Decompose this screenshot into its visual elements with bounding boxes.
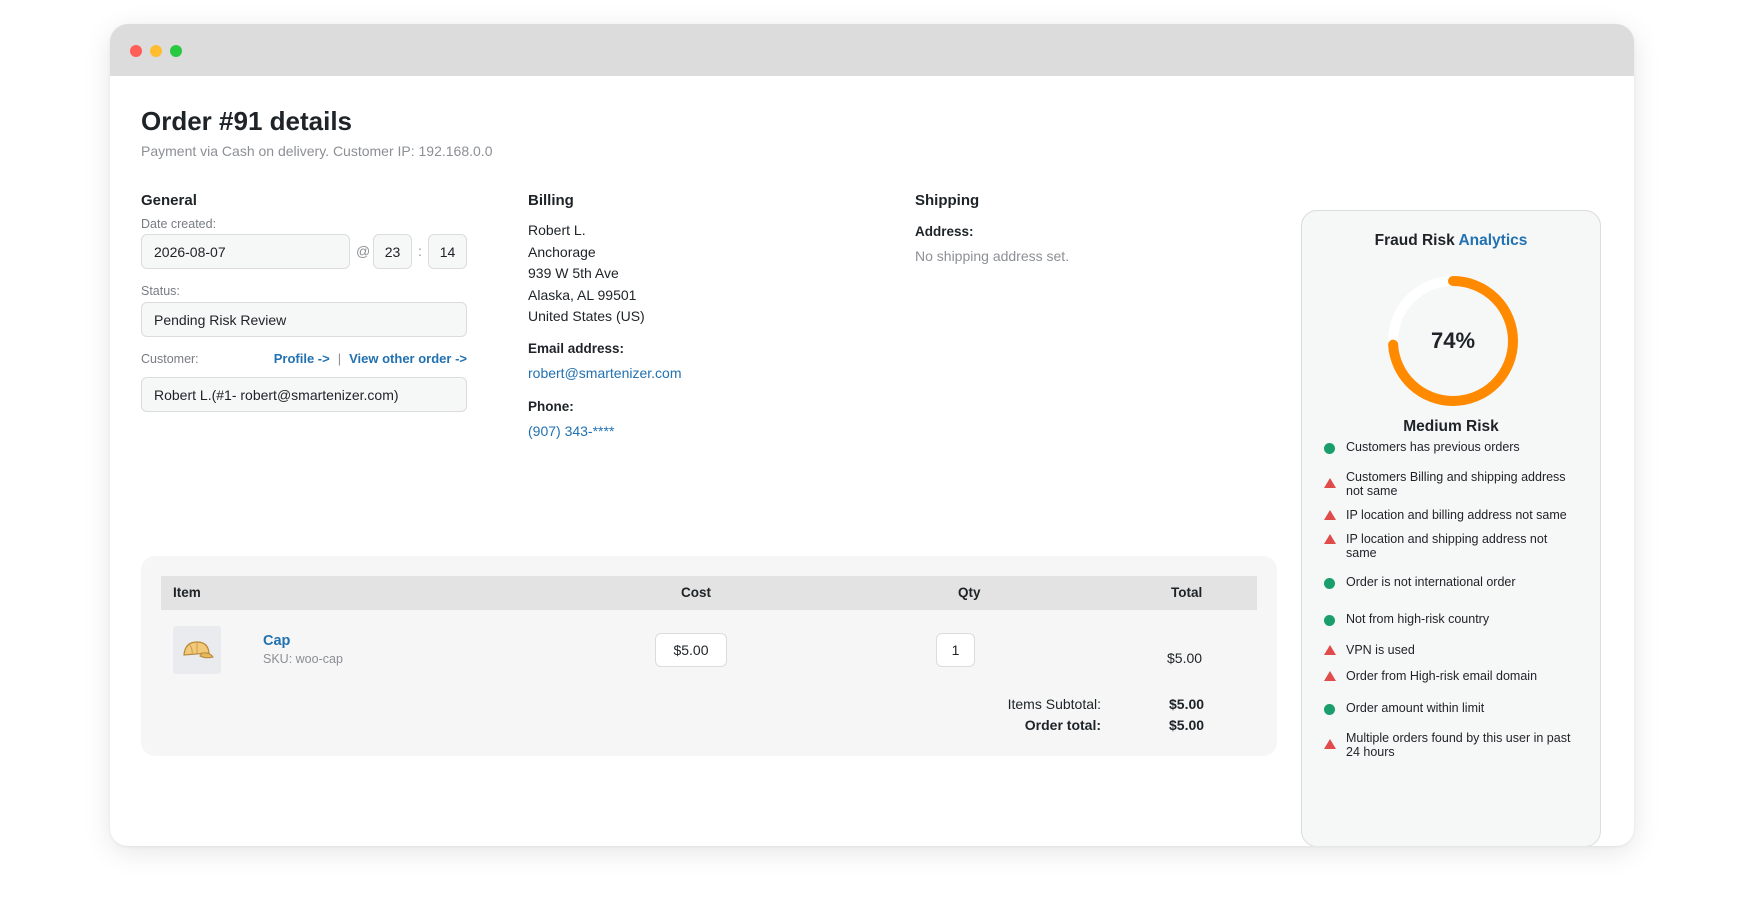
warning-triangle-icon [1324,645,1336,655]
risk-check-text: IP location and shipping address not sam… [1346,532,1548,560]
billing-email-link[interactable]: robert@smartenizer.com [528,365,681,381]
close-window-button[interactable] [130,45,142,57]
date-created-label: Date created: [141,217,217,231]
billing-phone-link[interactable]: (907) 343-**** [528,423,614,439]
view-other-orders-link[interactable]: View other order -> [349,351,467,366]
status-label: Status: [141,284,180,298]
item-name-link[interactable]: Cap [263,633,290,649]
column-item: Item [173,585,201,600]
billing-address-line: Anchorage [528,243,596,260]
date-created-input[interactable]: 2026-08-07 [141,234,350,269]
billing-address-line: Robert L. [528,222,586,238]
window-titlebar [110,24,1634,76]
billing-address-line: 939 W 5th Ave [528,265,619,281]
warning-triangle-icon [1324,534,1336,544]
risk-check-text: Order from High-risk email domain [1346,669,1538,683]
risk-check-text: Customers Billing and shipping address n… [1346,470,1566,498]
general-heading: General [141,192,197,209]
page-title: Order #91 details [141,106,352,136]
warning-triangle-icon [1324,478,1336,488]
risk-check-text: Not from high-risk country [1346,612,1490,626]
risk-check-text: Multiple orders found by this user in pa… [1346,731,1571,759]
customer-links: Profile -> | View other order -> [228,351,467,366]
order-total-value: $5.00 [1169,717,1205,733]
cap-icon [173,626,221,674]
customer-label: Customer: [141,352,199,366]
page-subtitle: Payment via Cash on delivery. Customer I… [141,143,493,159]
billing-heading: Billing [528,192,574,209]
fraud-risk-title-main: Fraud Risk [1374,232,1455,249]
hour-input[interactable]: 23 [373,234,412,269]
order-total-label: Order total: [1024,717,1101,733]
fraud-risk-title-accent: Analytics [1458,232,1528,249]
at-separator: @ [356,243,371,259]
billing-address: Robert L. Anchorage 939 W 5th Ave Alaska… [528,220,645,328]
risk-level: Medium Risk [1403,418,1499,435]
risk-check-text: VPN is used [1346,643,1415,657]
warning-triangle-icon [1324,671,1336,681]
column-cost: Cost [681,585,711,600]
item-cost-input[interactable]: $5.00 [655,633,727,667]
column-total: Total [1171,585,1203,600]
profile-link[interactable]: Profile -> [274,351,330,366]
minimize-window-button[interactable] [150,45,162,57]
warning-triangle-icon [1324,510,1336,520]
items-subtotal-label: Items Subtotal: [1007,696,1101,712]
risk-score: 74% [1430,328,1476,353]
pass-dot-icon [1324,615,1335,626]
link-separator: | [337,351,342,366]
item-qty-input[interactable]: 1 [936,633,975,667]
risk-check-text: Order amount within limit [1346,701,1485,715]
risk-check-text: Customers has previous orders [1346,440,1520,454]
maximize-window-button[interactable] [170,45,182,57]
pass-dot-icon [1324,578,1335,589]
customer-select[interactable]: Robert L.(#1- robert@smartenizer.com) [141,377,467,412]
shipping-heading: Shipping [915,192,980,209]
warning-triangle-icon [1324,739,1336,749]
order-items-panel: Item Cost Qty Total Cap SKU: woo-cap $5.… [141,556,1277,756]
browser-window: Order #91 details Payment via Cash on de… [110,24,1634,846]
time-separator: : [418,243,422,259]
billing-address-line: United States (US) [528,308,645,324]
minute-input[interactable]: 14 [428,234,467,269]
item-line-total: $5.00 [1167,650,1203,666]
fraud-risk-title: Fraud Risk Analytics [1302,232,1600,250]
status-select[interactable]: Pending Risk Review [141,302,467,337]
column-qty: Qty [958,585,981,600]
pass-dot-icon [1324,704,1335,715]
email-label: Email address: [528,341,625,356]
billing-address-line: Alaska, AL 99501 [528,286,637,303]
risk-check-text: Order is not international order [1346,575,1516,589]
shipping-address-label: Address: [915,224,974,239]
shipping-address-value: No shipping address set. [915,248,1070,264]
fraud-risk-panel: Fraud Risk Analytics 74% Medium Risk Cus… [1301,210,1601,846]
risk-check-text: IP location and billing address not same [1346,508,1567,522]
items-table-header: Item Cost Qty Total [161,576,1257,610]
pass-dot-icon [1324,443,1335,454]
phone-label: Phone: [528,399,574,414]
items-subtotal-value: $5.00 [1169,696,1205,712]
item-sku: SKU: woo-cap [263,652,343,666]
